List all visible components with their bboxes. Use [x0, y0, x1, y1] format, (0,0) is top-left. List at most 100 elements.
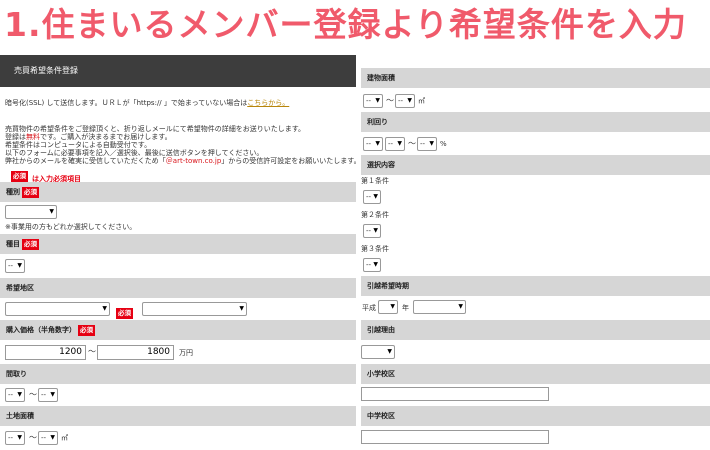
chevron-down-icon: ▼	[17, 391, 22, 398]
chevron-down-icon: ▼	[373, 261, 378, 268]
land-label-bar: 土地面積	[0, 406, 356, 426]
building-min-select[interactable]: -- ▼	[363, 94, 383, 108]
ssl-link[interactable]: こちらから。	[247, 99, 289, 107]
ssl-notice: 暗号化(SSL) して送信します。ＵＲＬが「https:// 」で始まっていない…	[5, 98, 289, 108]
price-tilde: 〜	[88, 347, 96, 356]
land-label: 土地面積	[6, 412, 34, 420]
madori-max-select[interactable]: -- ▼	[38, 388, 58, 402]
cond2-label: 第２条件	[361, 211, 389, 219]
chevron-down-icon: ▼	[102, 305, 107, 312]
select-content-label-bar: 選択内容	[361, 155, 710, 175]
domain-text: ＠art-town.co.jp	[165, 157, 222, 165]
yield-min1-select[interactable]: -- ▼	[363, 137, 383, 151]
area-select-1[interactable]: ▼	[5, 302, 110, 316]
shumoku-select-value: --	[8, 262, 14, 270]
price-min-input[interactable]: 1200	[5, 345, 86, 360]
yield-min1-value: --	[366, 140, 372, 148]
move-reason-label-bar: 引越理由	[361, 320, 710, 340]
shumoku-label-bar: 種目 必須	[0, 234, 356, 254]
building-label: 建物面積	[367, 74, 395, 82]
select-content-label: 選択内容	[367, 161, 395, 169]
yield-tilde: 〜	[408, 139, 416, 148]
building-tilde: 〜	[386, 96, 394, 105]
shubetsu-note: ※事業用の方もどれか選択してください。	[5, 223, 137, 231]
yield-min2-value: --	[388, 140, 394, 148]
yield-max-select[interactable]: -- ▼	[417, 137, 437, 151]
move-time-label: 引越希望時期	[367, 282, 409, 290]
area-label-bar: 希望地区	[0, 278, 356, 298]
intro-line-6-b: 」からの受信許可設定をお願いいたします。	[221, 157, 361, 165]
cond2-value: --	[366, 227, 372, 235]
madori-label: 間取り	[6, 370, 27, 378]
chevron-down-icon: ▼	[375, 97, 380, 104]
cond3-value: --	[366, 261, 372, 269]
area-label: 希望地区	[6, 284, 34, 292]
cond1-select[interactable]: -- ▼	[363, 190, 381, 204]
madori-max-value: --	[41, 391, 47, 399]
required-badge: 必須	[11, 171, 28, 182]
price-label-bar: 購入価格（半角数字） 必須	[0, 320, 356, 340]
required-badge: 必須	[116, 308, 133, 319]
land-min-select[interactable]: -- ▼	[5, 431, 25, 445]
area-select-2[interactable]: ▼	[142, 302, 247, 316]
chevron-down-icon: ▼	[373, 227, 378, 234]
land-min-value: --	[8, 434, 14, 442]
chevron-down-icon: ▼	[397, 140, 402, 147]
required-badge: 必須	[22, 238, 39, 250]
madori-label-bar: 間取り	[0, 364, 356, 384]
land-max-value: --	[41, 434, 47, 442]
yield-label: 利回り	[367, 118, 388, 126]
chevron-down-icon: ▼	[429, 140, 434, 147]
price-unit: 万円	[179, 349, 193, 357]
chevron-down-icon: ▼	[390, 303, 395, 310]
cond1-value: --	[366, 193, 372, 201]
intro-line-6: 弊社からのメールを確実に受信していただくため「＠art-town.co.jp」か…	[5, 156, 361, 166]
yield-unit: %	[440, 140, 447, 148]
junior-input[interactable]	[361, 430, 549, 444]
price-max-input[interactable]: 1800	[97, 345, 174, 360]
required-badge: 必須	[22, 186, 39, 198]
building-unit: ㎡	[418, 97, 425, 105]
yield-min2-select[interactable]: -- ▼	[385, 137, 405, 151]
elementary-label-bar: 小学校区	[361, 364, 710, 384]
junior-label-bar: 中学校区	[361, 406, 710, 426]
land-unit: ㎡	[61, 434, 68, 442]
required-badge: 必須	[78, 324, 95, 336]
cond3-select[interactable]: -- ▼	[363, 258, 381, 272]
chevron-down-icon: ▼	[387, 348, 392, 355]
month-select[interactable]: ▼	[413, 300, 466, 314]
madori-min-select[interactable]: -- ▼	[5, 388, 25, 402]
shumoku-label: 種目	[6, 240, 20, 248]
chevron-down-icon: ▼	[50, 434, 55, 441]
move-reason-label: 引越理由	[367, 326, 395, 334]
chevron-down-icon: ▼	[49, 208, 54, 215]
building-max-select[interactable]: -- ▼	[395, 94, 415, 108]
cond1-label: 第１条件	[361, 177, 389, 185]
chevron-down-icon: ▼	[458, 303, 463, 310]
chevron-down-icon: ▼	[239, 305, 244, 312]
chevron-down-icon: ▼	[375, 140, 380, 147]
chevron-down-icon: ▼	[407, 97, 412, 104]
year-select[interactable]: ▼	[378, 300, 398, 314]
move-reason-select[interactable]: ▼	[361, 345, 395, 359]
elementary-input[interactable]	[361, 387, 549, 401]
cond3-label: 第３条件	[361, 245, 389, 253]
land-tilde: 〜	[29, 433, 37, 442]
shubetsu-label-bar: 種別 必須	[0, 182, 356, 202]
land-max-select[interactable]: -- ▼	[38, 431, 58, 445]
intro-line-6-a: 弊社からのメールを確実に受信していただくため「	[5, 157, 166, 165]
shubetsu-select[interactable]: ▼	[5, 205, 57, 219]
building-min-value: --	[366, 97, 372, 105]
move-time-label-bar: 引越希望時期	[361, 276, 710, 296]
chevron-down-icon: ▼	[50, 391, 55, 398]
building-label-bar: 建物面積	[361, 68, 710, 88]
junior-label: 中学校区	[367, 412, 395, 420]
ssl-notice-text: 暗号化(SSL) して送信します。ＵＲＬが「https:// 」で始まっていない…	[5, 99, 248, 107]
chevron-down-icon: ▼	[17, 262, 22, 269]
page-headline: 1.住まいるメンバー登録より希望条件を入力	[4, 5, 687, 44]
cond2-select[interactable]: -- ▼	[363, 224, 381, 238]
chevron-down-icon: ▼	[373, 193, 378, 200]
era-label: 平成	[362, 304, 376, 312]
madori-min-value: --	[8, 391, 14, 399]
shumoku-select[interactable]: -- ▼	[5, 259, 25, 273]
